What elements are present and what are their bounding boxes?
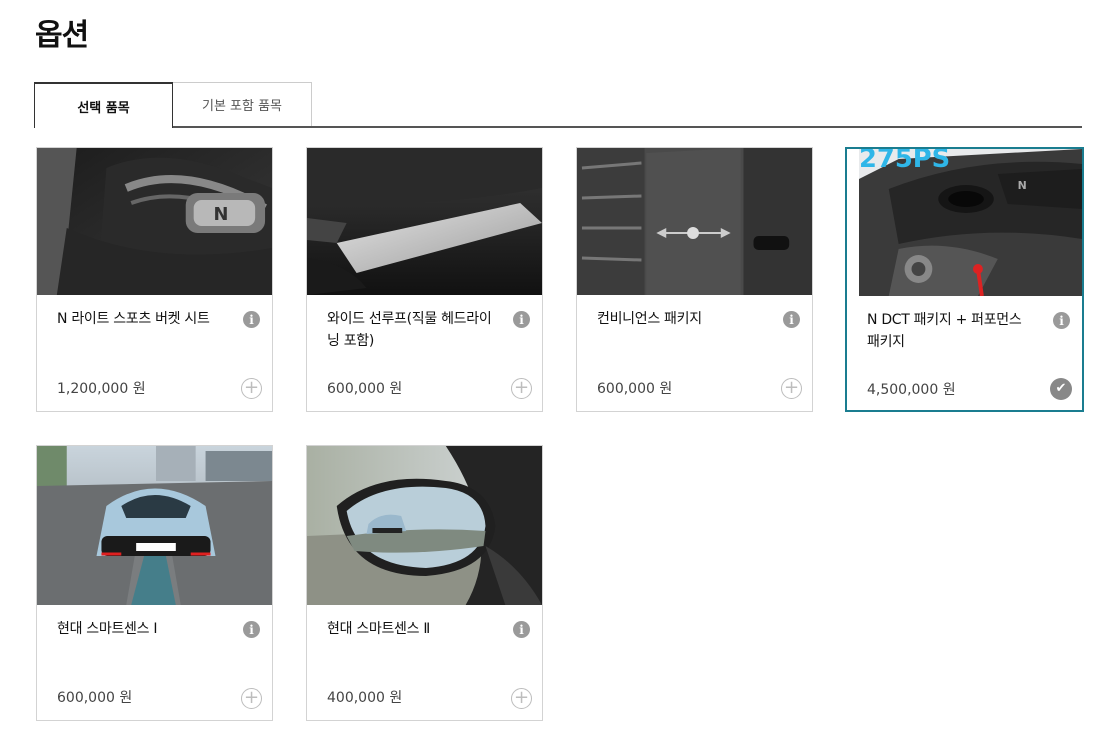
option-name: 현대 스마트센스 Ⅰ xyxy=(57,621,158,637)
option-price: 600,000 원 xyxy=(57,690,133,706)
info-icon[interactable]: i xyxy=(243,311,260,328)
option-photo-convenience-package xyxy=(577,148,812,295)
info-icon[interactable]: i xyxy=(513,621,530,638)
option-photo-smart-sense-1 xyxy=(37,446,272,605)
option-photo-n-dct-package: N 275PS xyxy=(859,149,1082,296)
option-name: 와이드 선루프(직물 헤드라이닝 포함) xyxy=(327,311,492,349)
page-title: 옵션 xyxy=(35,18,89,53)
photo-badge-text: 275PS xyxy=(859,149,950,174)
plus-circle-icon[interactable]: + xyxy=(511,378,532,399)
info-icon[interactable]: i xyxy=(513,311,530,328)
option-price: 1,200,000 원 xyxy=(57,381,146,397)
option-price: 600,000 원 xyxy=(597,381,673,397)
option-tabs: 선택 품목 기본 포함 품목 xyxy=(34,82,1082,128)
tab-standard-items[interactable]: 기본 포함 품목 xyxy=(172,82,312,126)
plus-circle-icon[interactable]: + xyxy=(241,378,262,399)
option-card-convenience-package[interactable]: 컨비니언스 패키지 i 600,000 원 + xyxy=(576,147,813,412)
option-price: 600,000 원 xyxy=(327,381,403,397)
svg-text:N: N xyxy=(1018,179,1027,192)
info-icon[interactable]: i xyxy=(243,621,260,638)
option-name: N 라이트 스포츠 버켓 시트 xyxy=(57,311,210,327)
option-card-bucket-seat[interactable]: N N 라이트 스포츠 버켓 시트 i 1,200,000 원 + xyxy=(36,147,273,412)
option-name: 현대 스마트센스 Ⅱ xyxy=(327,621,430,637)
option-photo-smart-sense-2 xyxy=(307,446,542,605)
plus-circle-icon[interactable]: + xyxy=(241,688,262,709)
info-icon[interactable]: i xyxy=(783,311,800,328)
option-price: 400,000 원 xyxy=(327,690,403,706)
svg-text:N: N xyxy=(213,204,228,225)
plus-circle-icon[interactable]: + xyxy=(781,378,802,399)
option-card-smart-sense-1[interactable]: 현대 스마트센스 Ⅰ i 600,000 원 + xyxy=(36,445,273,721)
option-name: 컨비니언스 패키지 xyxy=(597,311,702,327)
option-photo-wide-sunroof xyxy=(307,148,542,295)
plus-circle-icon[interactable]: + xyxy=(511,688,532,709)
option-card-wide-sunroof[interactable]: 와이드 선루프(직물 헤드라이닝 포함) i 600,000 원 + xyxy=(306,147,543,412)
check-circle-icon[interactable]: ✔ xyxy=(1050,378,1072,400)
option-card-smart-sense-2[interactable]: 현대 스마트센스 Ⅱ i 400,000 원 + xyxy=(306,445,543,721)
info-icon[interactable]: i xyxy=(1053,312,1070,329)
option-name: N DCT 패키지 + 퍼포먼스 패키지 xyxy=(867,312,1022,350)
option-card-n-dct-package[interactable]: N 275PS N DCT 패키지 + 퍼포먼스 패키지 i 4,500,000… xyxy=(845,147,1084,412)
tab-optional-items[interactable]: 선택 품목 xyxy=(34,82,173,128)
option-price: 4,500,000 원 xyxy=(867,382,956,398)
option-photo-bucket-seat: N xyxy=(37,148,272,295)
